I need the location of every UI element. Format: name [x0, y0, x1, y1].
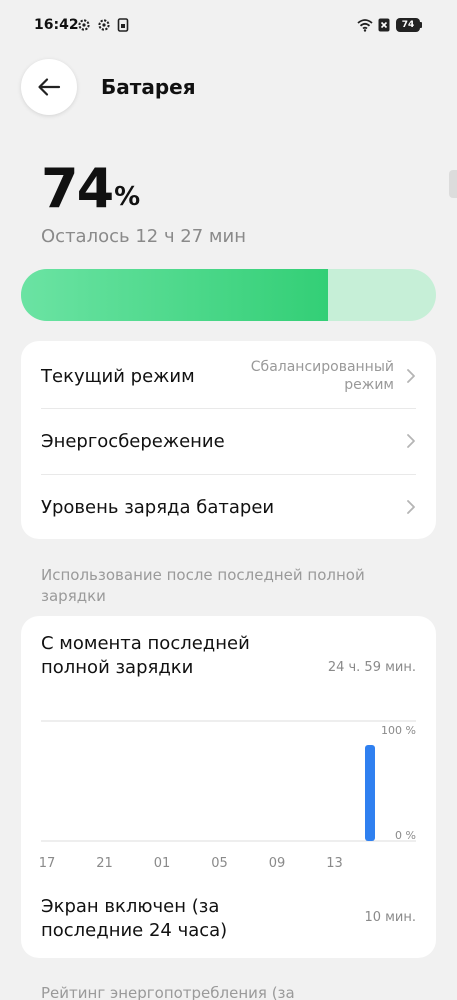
- y-tick-label: 100 %: [381, 724, 416, 737]
- sim-card-icon: [117, 18, 129, 32]
- chevron-right-icon: [407, 369, 415, 383]
- screen-on-label: Экран включен (за последние 24 часа): [41, 896, 228, 941]
- status-time: 16:42: [34, 17, 79, 33]
- battery-level-fill: [21, 269, 329, 321]
- arrow-left-icon: [38, 78, 61, 96]
- x-tick-label: 21: [96, 856, 113, 871]
- battery-percent-unit: %: [114, 182, 141, 212]
- y-tick-label: 0 %: [395, 829, 416, 842]
- page-title: Батарея: [101, 75, 196, 99]
- x-tick-label: 05: [211, 856, 228, 871]
- no-sim-icon: [378, 18, 390, 32]
- setting-value: Сбалансированный режим: [250, 359, 394, 393]
- x-tick-label: 17: [39, 856, 56, 871]
- battery-level-bar: [21, 269, 436, 321]
- settings-gear-icon: [78, 19, 90, 31]
- x-tick-label: 09: [269, 856, 286, 871]
- battery-percentage: 74 %: [41, 152, 140, 216]
- setting-label: Текущий режим: [41, 365, 195, 387]
- setting-row-battery-level[interactable]: Уровень заряда батареи: [21, 474, 436, 540]
- power-rating-section-header: Рейтинг энергопотребления (за: [41, 984, 295, 1000]
- battery-usage-chart[interactable]: 100 % 0 % 17 21 01 05 09 13: [21, 711, 436, 876]
- screen-on-value: 10 мин.: [364, 910, 416, 925]
- chevron-right-icon: [407, 434, 415, 448]
- usage-section-header: Использование после последней полной зар…: [41, 566, 365, 605]
- back-button[interactable]: [21, 59, 77, 115]
- battery-settings-card: Текущий режим Сбалансированный режим Эне…: [21, 341, 436, 539]
- wifi-icon: [357, 19, 373, 32]
- battery-percent-value: 74: [41, 157, 114, 220]
- battery-icon: 74: [396, 18, 420, 32]
- setting-label: Уровень заряда батареи: [41, 496, 275, 518]
- setting-label: Энергосбережение: [41, 430, 225, 452]
- battery-tip: [420, 22, 422, 28]
- remaining-time: Осталось 12 ч 27 мин: [41, 226, 246, 247]
- x-tick-label: 01: [154, 856, 171, 871]
- status-bar: 16:42 74: [0, 0, 457, 50]
- scroll-indicator[interactable]: [449, 170, 457, 198]
- x-tick-label: 13: [326, 856, 343, 871]
- chevron-right-icon: [407, 500, 415, 514]
- battery-usage-card: С момента последней полной зарядки 24 ч.…: [21, 616, 436, 958]
- setting-row-current-mode[interactable]: Текущий режим Сбалансированный режим: [21, 343, 436, 409]
- chart-bar: [365, 745, 375, 841]
- since-full-charge-value: 24 ч. 59 мин.: [327, 660, 416, 675]
- setting-row-power-saving[interactable]: Энергосбережение: [21, 408, 436, 474]
- settings-gear-icon: [98, 19, 110, 31]
- since-full-charge-label: С момента последней полной зарядки: [41, 633, 250, 678]
